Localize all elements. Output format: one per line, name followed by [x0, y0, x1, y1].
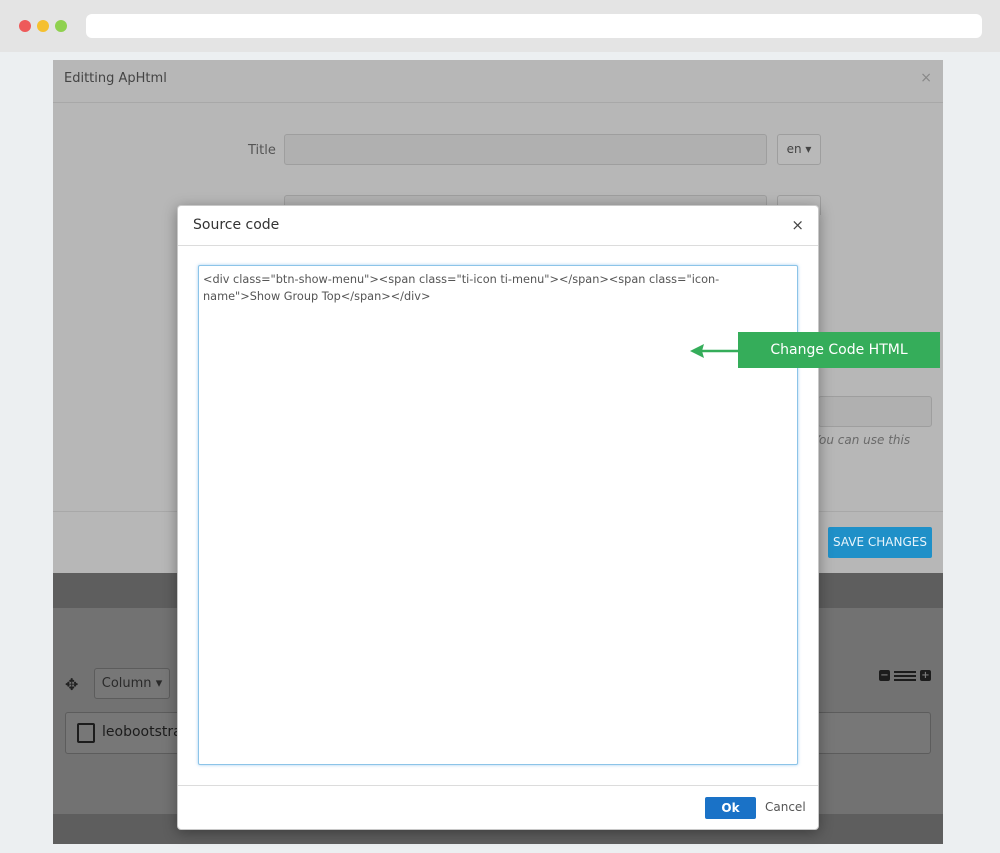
caret-down-icon: ▾ — [805, 142, 812, 156]
language-dropdown[interactable]: en ▾ — [777, 134, 821, 165]
close-icon[interactable]: × — [920, 70, 932, 86]
copy-icon — [77, 723, 95, 743]
class-input[interactable] — [818, 396, 932, 427]
annotation-callout: Change Code HTML — [738, 332, 940, 368]
dialog-title: Source code — [193, 217, 280, 233]
ok-button[interactable]: Ok — [705, 797, 756, 819]
width-lines-icon[interactable] — [894, 670, 916, 681]
help-text: You can use this — [813, 433, 911, 447]
language-value: en — [786, 142, 802, 156]
source-code-dialog: Source code × <div class="btn-show-menu"… — [177, 205, 819, 830]
column-dropdown[interactable]: Column ▾ — [94, 668, 170, 699]
arrow-left-icon — [690, 344, 738, 358]
cancel-button[interactable]: Cancel — [765, 800, 806, 814]
close-icon[interactable]: × — [791, 216, 804, 234]
source-code-textarea[interactable]: <div class="btn-show-menu"><span class="… — [198, 265, 798, 765]
title-label: Title — [248, 143, 276, 158]
minus-icon[interactable]: − — [879, 670, 890, 681]
save-changes-button[interactable]: SAVE CHANGES — [828, 527, 932, 558]
browser-chrome — [0, 0, 1000, 52]
modal-title: Editting ApHtml — [64, 71, 167, 86]
caret-down-icon: ▾ — [155, 676, 163, 691]
window-maximize-dot[interactable] — [55, 20, 67, 32]
dialog-footer: Ok Cancel — [178, 785, 818, 830]
address-bar[interactable] — [86, 14, 982, 38]
title-input[interactable] — [284, 134, 767, 165]
window-minimize-dot[interactable] — [37, 20, 49, 32]
modal-header: Editting ApHtml × — [53, 60, 943, 103]
move-icon[interactable]: ✥ — [65, 675, 78, 694]
plus-icon[interactable]: + — [920, 670, 931, 681]
window-close-dot[interactable] — [19, 20, 31, 32]
column-label: Column — [101, 676, 152, 691]
row-tools: − + — [879, 670, 931, 681]
widget-label: leobootstra — [102, 724, 182, 740]
dialog-header: Source code × — [178, 206, 818, 246]
